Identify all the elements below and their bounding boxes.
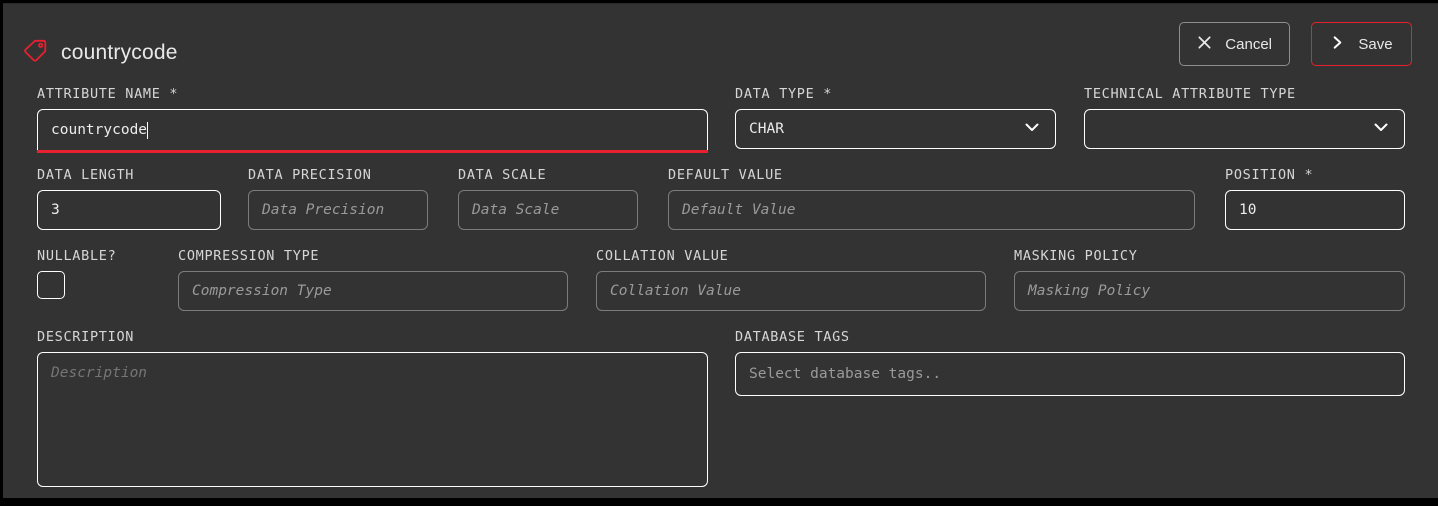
nullable-label: NULLABLE? — [37, 248, 167, 264]
data-scale-input[interactable]: Data Scale — [458, 190, 638, 230]
data-precision-input[interactable]: Data Precision — [248, 190, 428, 230]
field-collation-value: COLLATION VALUE Collation Value — [596, 248, 986, 311]
data-precision-placeholder: Data Precision — [262, 202, 384, 218]
default-value-placeholder: Default Value — [682, 202, 796, 218]
chevron-down-icon — [1372, 118, 1390, 140]
text-caret — [147, 122, 148, 139]
data-type-value: CHAR — [749, 121, 784, 137]
data-scale-label: DATA SCALE — [458, 167, 638, 183]
data-type-select[interactable]: CHAR — [735, 109, 1056, 149]
position-value: 10 — [1239, 202, 1256, 218]
attribute-editor-panel: countrycode Cancel Save — [3, 3, 1438, 501]
masking-policy-placeholder: Masking Policy — [1028, 283, 1150, 299]
data-scale-placeholder: Data Scale — [472, 202, 559, 218]
field-position: POSITION * 10 — [1225, 167, 1405, 230]
database-tags-label: DATABASE TAGS — [735, 329, 1405, 345]
panel-bottom-divider — [3, 498, 1438, 501]
collation-value-input[interactable]: Collation Value — [596, 271, 986, 311]
default-value-label: DEFAULT VALUE — [668, 167, 1195, 183]
attribute-name-value: countrycode — [51, 122, 147, 138]
position-label: POSITION * — [1225, 167, 1405, 183]
compression-type-input[interactable]: Compression Type — [178, 271, 568, 311]
collation-value-label: COLLATION VALUE — [596, 248, 986, 264]
data-precision-label: DATA PRECISION — [248, 167, 428, 183]
chevron-down-icon — [1023, 118, 1041, 140]
field-data-length: DATA LENGTH 3 — [37, 167, 221, 230]
data-type-label: DATA TYPE * — [735, 86, 1056, 102]
masking-policy-label: MASKING POLICY — [1014, 248, 1405, 264]
attribute-name-label: ATTRIBUTE NAME * — [37, 86, 708, 102]
data-length-value: 3 — [51, 202, 60, 218]
technical-attribute-type-select[interactable] — [1084, 109, 1405, 149]
technical-attribute-type-label: TECHNICAL ATTRIBUTE TYPE — [1084, 86, 1405, 102]
field-compression-type: COMPRESSION TYPE Compression Type — [178, 248, 568, 311]
attribute-name-input[interactable]: countrycode — [37, 109, 708, 150]
database-tags-placeholder: Select database tags.. — [749, 366, 941, 382]
collation-value-placeholder: Collation Value — [610, 283, 741, 299]
field-description: DESCRIPTION — [37, 329, 708, 491]
database-tags-select[interactable]: Select database tags.. — [735, 352, 1405, 396]
field-data-type: DATA TYPE * CHAR — [735, 86, 1056, 149]
nullable-checkbox[interactable] — [37, 271, 65, 299]
data-length-input[interactable]: 3 — [37, 190, 221, 230]
position-input[interactable]: 10 — [1225, 190, 1405, 230]
field-attribute-name: ATTRIBUTE NAME * countrycode — [37, 86, 708, 150]
field-data-precision: DATA PRECISION Data Precision — [248, 167, 428, 230]
field-nullable: NULLABLE? — [37, 248, 167, 299]
compression-type-placeholder: Compression Type — [192, 283, 332, 299]
field-technical-attribute-type: TECHNICAL ATTRIBUTE TYPE — [1084, 86, 1405, 149]
description-label: DESCRIPTION — [37, 329, 708, 345]
compression-type-label: COMPRESSION TYPE — [178, 248, 568, 264]
field-database-tags: DATABASE TAGS Select database tags.. — [735, 329, 1405, 396]
attribute-form: ATTRIBUTE NAME * countrycode DATA TYPE *… — [3, 4, 1438, 501]
description-textarea[interactable] — [37, 352, 708, 487]
field-default-value: DEFAULT VALUE Default Value — [668, 167, 1195, 230]
data-length-label: DATA LENGTH — [37, 167, 221, 183]
field-masking-policy: MASKING POLICY Masking Policy — [1014, 248, 1405, 311]
default-value-input[interactable]: Default Value — [668, 190, 1195, 230]
field-data-scale: DATA SCALE Data Scale — [458, 167, 638, 230]
masking-policy-input[interactable]: Masking Policy — [1014, 271, 1405, 311]
